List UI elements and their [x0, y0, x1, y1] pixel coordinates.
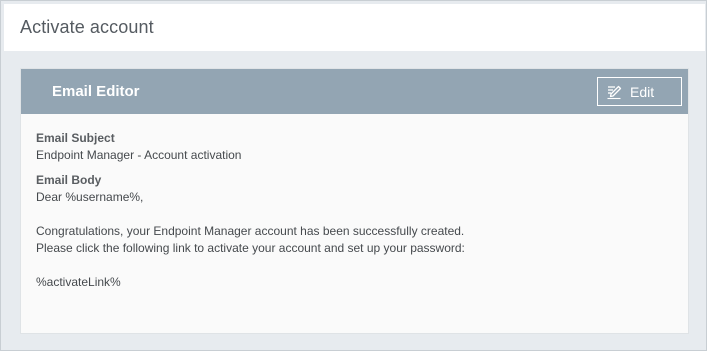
panel-title: Email Editor	[52, 83, 140, 100]
edit-button-label: Edit	[630, 84, 655, 100]
page-title: Activate account	[20, 17, 154, 37]
edit-button[interactable]: Edit	[597, 77, 682, 106]
email-body-label: Email Body	[36, 173, 102, 187]
email-body-line: Please click the following link to activ…	[36, 241, 465, 255]
email-subject-label: Email Subject	[36, 131, 115, 145]
email-body-line: Dear %username%,	[36, 190, 144, 204]
window-frame: Activate account Email Editor Edit Email…	[0, 0, 707, 351]
page-header: Activate account	[4, 4, 705, 51]
email-body-line: Congratulations, your Endpoint Manager a…	[36, 224, 465, 238]
email-editor-panel: Email Editor Edit Email Subject Endpoint…	[20, 68, 689, 334]
email-body-line: %activateLink%	[36, 275, 121, 289]
email-content: Email Subject Endpoint Manager - Account…	[36, 130, 676, 291]
email-body-line	[36, 257, 676, 274]
edit-pencil-icon	[606, 84, 622, 100]
email-subject-value: Endpoint Manager - Account activation	[36, 148, 242, 162]
panel-header: Email Editor Edit	[21, 69, 688, 114]
email-body-line	[36, 206, 676, 223]
